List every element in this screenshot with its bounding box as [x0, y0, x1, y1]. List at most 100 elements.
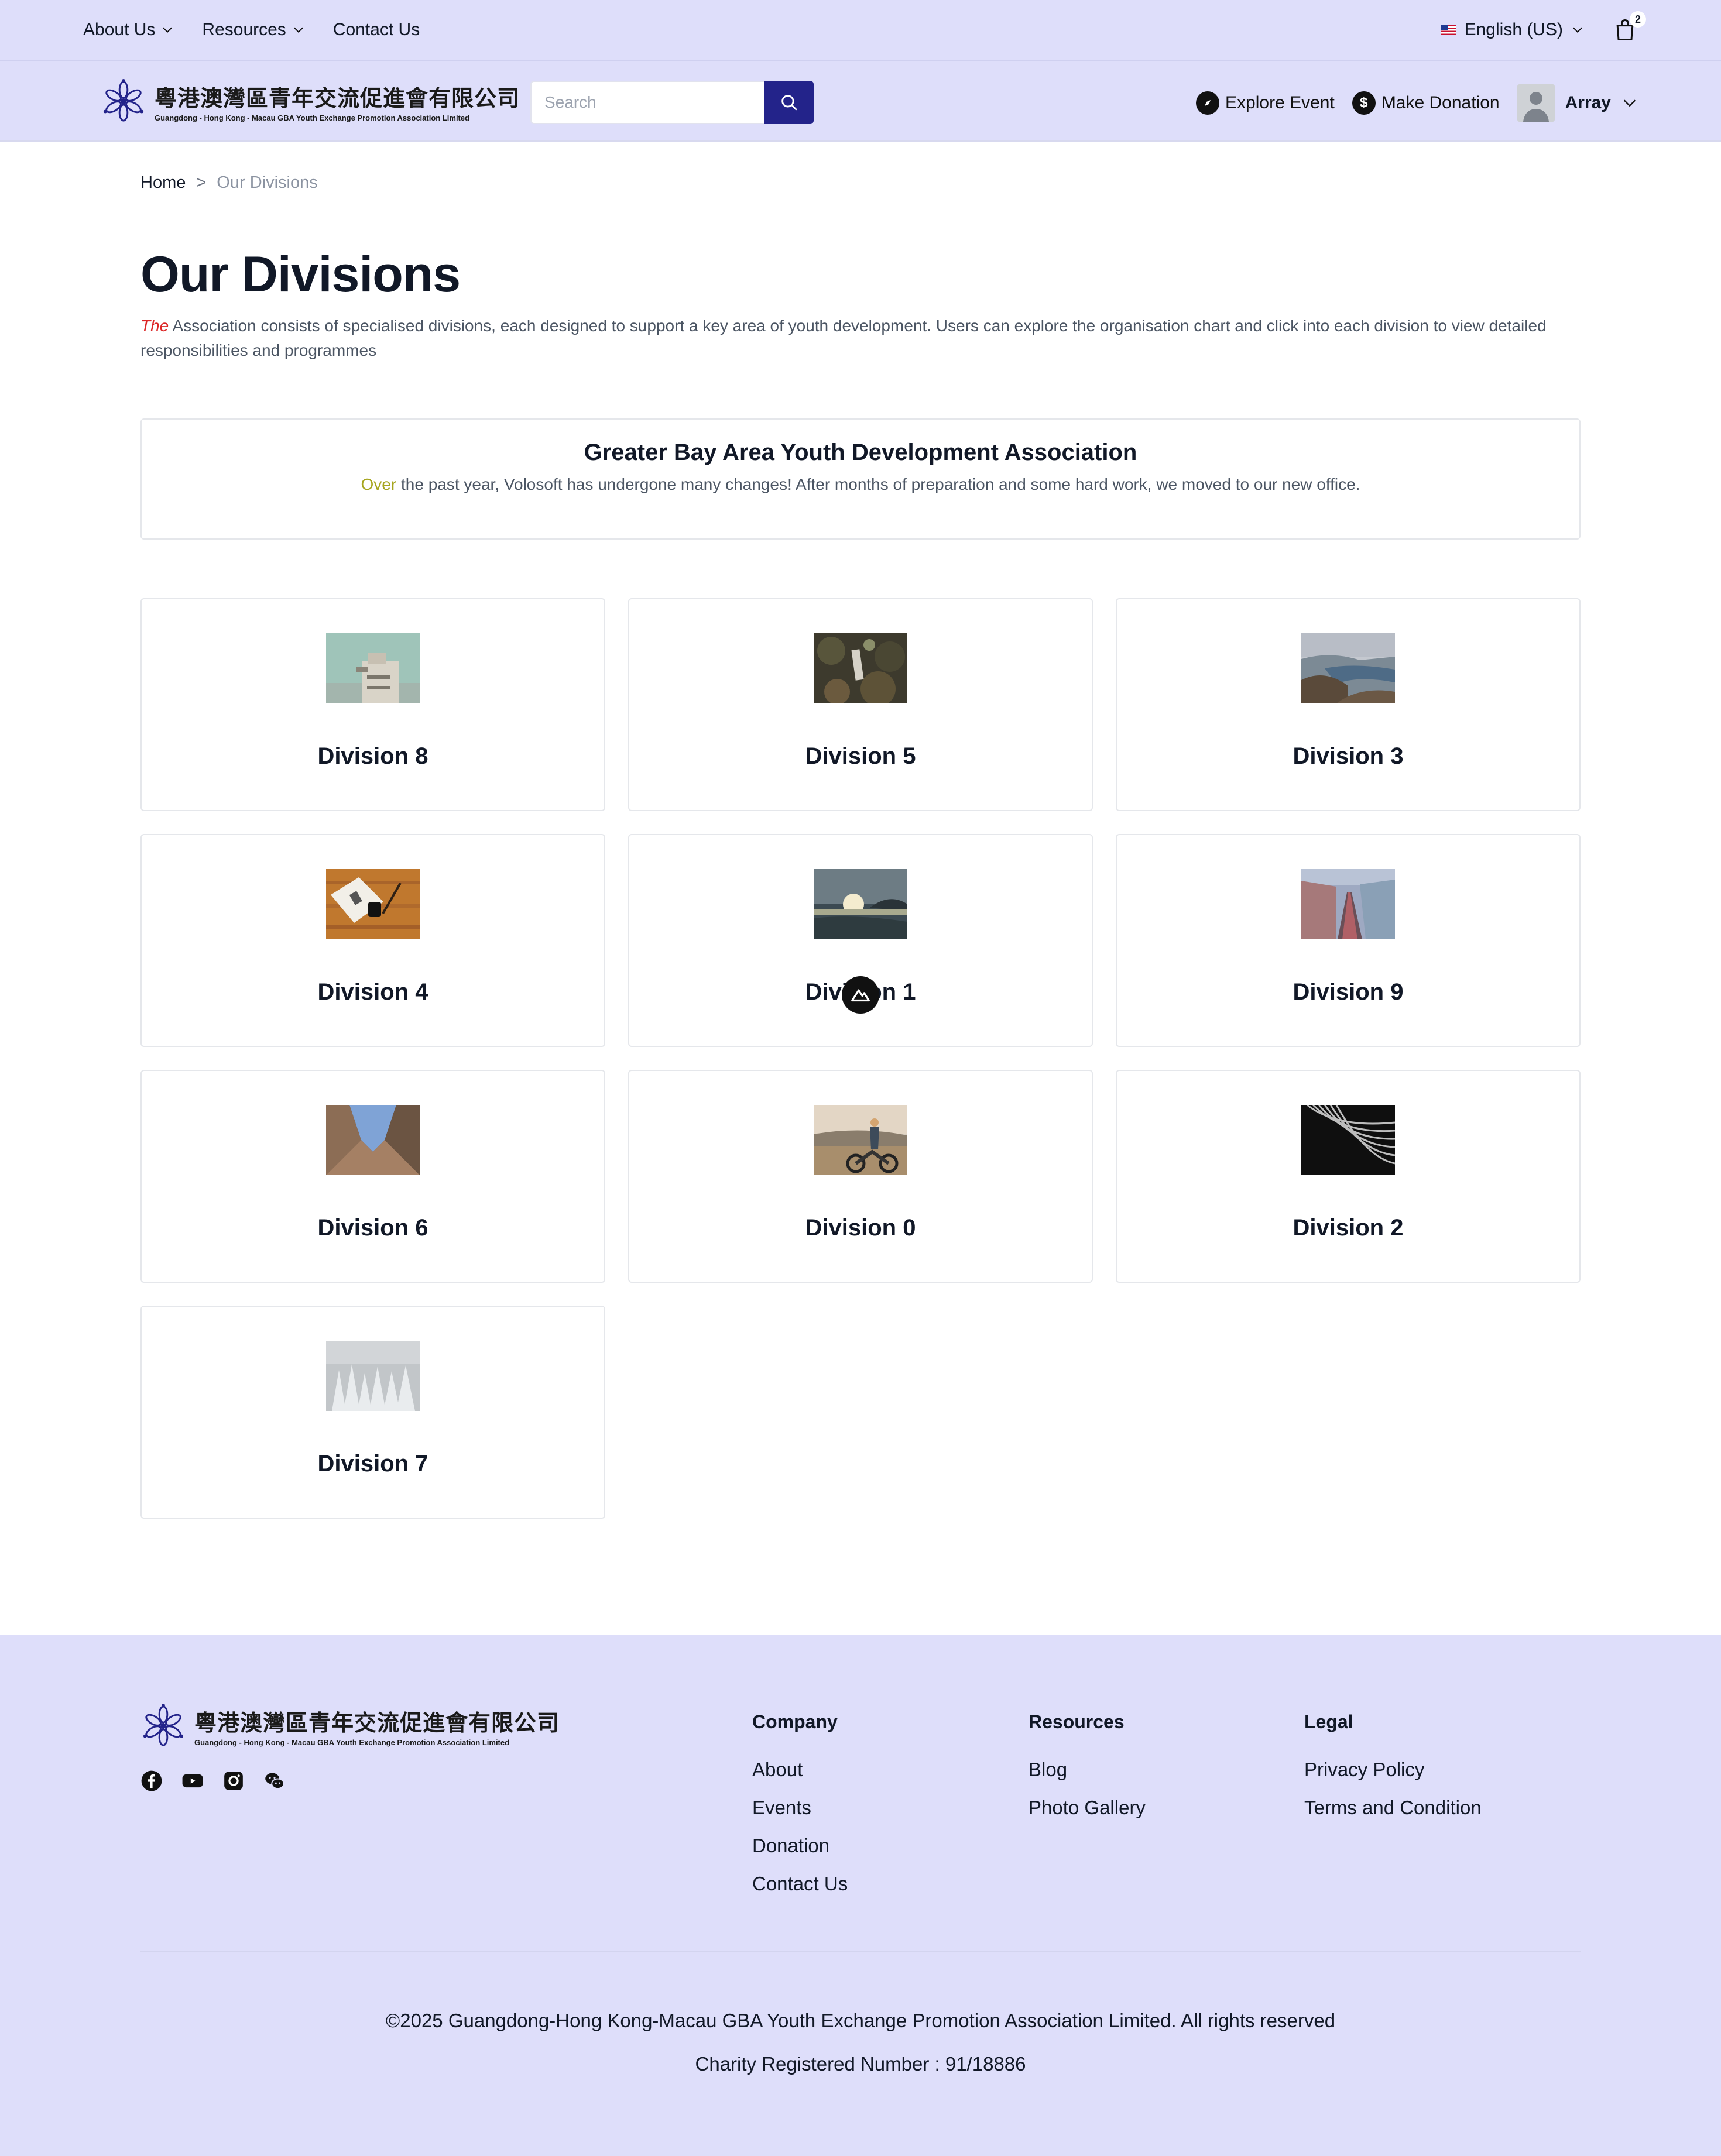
- user-menu[interactable]: Array: [1517, 84, 1638, 122]
- chevron-down-icon: [1623, 99, 1636, 107]
- footer-logo-chinese-name: 粵港澳灣區青年交流促進會有限公司: [194, 1709, 560, 1736]
- top-navigation-bar: About Us Resources Contact Us English (U…: [0, 0, 1721, 61]
- footer-column-company: Company About Events Donation Contact Us: [752, 1711, 848, 1911]
- division-name: Division 9: [1293, 979, 1404, 1005]
- footer-charity-number: Charity Registered Number : 91/18886: [695, 2053, 1026, 2075]
- footer-link-terms[interactable]: Terms and Condition: [1304, 1797, 1482, 1819]
- breadcrumb-separator: >: [196, 173, 207, 192]
- breadcrumb: Home > Our Divisions: [140, 173, 318, 193]
- division-card[interactable]: Division 3: [1116, 598, 1581, 811]
- explore-event-button[interactable]: Explore Event: [1196, 91, 1335, 115]
- division-card[interactable]: Division 5: [628, 598, 1093, 811]
- cart-button[interactable]: 2: [1612, 11, 1646, 43]
- division-card[interactable]: Division 4: [140, 834, 605, 1047]
- header-actions: Explore Event $ Make Donation Array: [1196, 82, 1638, 124]
- division-thumbnail: [814, 869, 907, 939]
- association-title: Greater Bay Area Youth Development Assoc…: [584, 440, 1137, 465]
- nav-contact-us-label: Contact Us: [332, 20, 420, 39]
- logo-english-name: Guangdong - Hong Kong - Macau GBA Youth …: [155, 114, 470, 122]
- flower-logo-icon: [103, 78, 144, 122]
- division-name: Division 2: [1293, 1215, 1404, 1241]
- breadcrumb-current: Our Divisions: [217, 173, 318, 192]
- logo-text: 粵港澳灣區青年交流促進會有限公司 Guangdong - Hong Kong -…: [155, 80, 520, 122]
- intro-text: Association consists of specialised divi…: [140, 317, 1547, 359]
- division-name: Division 6: [317, 1215, 428, 1241]
- mountain-logo-icon: [851, 989, 870, 1002]
- division-thumbnail: [1301, 633, 1395, 703]
- division-thumbnail: [814, 633, 907, 703]
- chevron-down-icon: [1573, 27, 1582, 33]
- language-selector[interactable]: English (US): [1441, 20, 1584, 40]
- top-nav-menu: About Us Resources Contact Us: [83, 0, 420, 60]
- division-thumbnail: [326, 1105, 420, 1175]
- division-name: Division 3: [1293, 743, 1404, 769]
- footer-link-donation[interactable]: Donation: [752, 1835, 848, 1857]
- division-card[interactable]: Division 0: [628, 1070, 1093, 1283]
- division-thumbnail: [326, 869, 420, 939]
- footer-column-title: Company: [752, 1711, 838, 1732]
- division-card[interactable]: Division 7: [140, 1306, 605, 1519]
- nav-about-us-label: About Us: [83, 20, 156, 39]
- division-name: Division 4: [317, 979, 428, 1005]
- page-intro: The Association consists of specialised …: [140, 314, 1569, 363]
- division-card[interactable]: Division 6: [140, 1070, 605, 1283]
- search-input[interactable]: [530, 81, 764, 124]
- division-name: Division 0: [805, 1215, 916, 1241]
- top-right-controls: English (US) 2: [1441, 0, 1646, 60]
- association-text: the past year, Volosoft has undergone ma…: [396, 475, 1360, 493]
- make-donation-button[interactable]: $ Make Donation: [1352, 91, 1500, 115]
- breadcrumb-home-link[interactable]: Home: [140, 173, 186, 193]
- division-thumbnail: [1301, 869, 1395, 939]
- flower-logo-icon: [143, 1703, 184, 1746]
- footer-column-resources: Resources Blog Photo Gallery: [1029, 1711, 1146, 1835]
- footer-link-photo-gallery[interactable]: Photo Gallery: [1029, 1797, 1146, 1819]
- social-links: [140, 1770, 286, 1792]
- nav-about-us[interactable]: About Us: [83, 20, 174, 40]
- avatar: [1517, 84, 1555, 122]
- main-header-bar: 粵港澳灣區青年交流促進會有限公司 Guangdong - Hong Kong -…: [0, 61, 1721, 142]
- search-bar: [530, 81, 814, 124]
- division-thumbnail: [1301, 1105, 1395, 1175]
- division-name: Division 7: [317, 1451, 428, 1477]
- nav-resources-label: Resources: [202, 20, 286, 39]
- footer-link-blog[interactable]: Blog: [1029, 1759, 1146, 1781]
- footer-link-about[interactable]: About: [752, 1759, 848, 1781]
- dollar-icon: $: [1352, 91, 1376, 115]
- explore-event-label: Explore Event: [1225, 93, 1335, 112]
- footer-column-legal: Legal Privacy Policy Terms and Condition: [1304, 1711, 1482, 1835]
- footer-logo[interactable]: 粵港澳灣區青年交流促進會有限公司 Guangdong - Hong Kong -…: [140, 1703, 560, 1749]
- footer-copyright: ©2025 Guangdong-Hong Kong-Macau GBA Yout…: [385, 2010, 1336, 2031]
- association-card: Greater Bay Area Youth Development Assoc…: [140, 418, 1581, 540]
- footer-logo-text: 粵港澳灣區青年交流促進會有限公司 Guangdong - Hong Kong -…: [194, 1705, 560, 1747]
- language-label: English (US): [1464, 20, 1563, 39]
- division-card[interactable]: Division 9: [1116, 834, 1581, 1047]
- division-card[interactable]: Division 2: [1116, 1070, 1581, 1283]
- footer-link-privacy-policy[interactable]: Privacy Policy: [1304, 1759, 1482, 1781]
- chevron-down-icon: [163, 27, 173, 33]
- footer-logo-english-name: Guangdong - Hong Kong - Macau GBA Youth …: [194, 1738, 510, 1747]
- site-footer: 粵港澳灣區青年交流促進會有限公司 Guangdong - Hong Kong -…: [0, 1635, 1721, 2156]
- youtube-icon[interactable]: [181, 1770, 204, 1792]
- division-name: Division 8: [317, 743, 428, 769]
- division-card[interactable]: Division 1: [628, 834, 1093, 1047]
- division-name: Division 5: [805, 743, 916, 769]
- footer-column-title: Resources: [1029, 1711, 1125, 1732]
- association-emphasis: Over: [361, 475, 397, 493]
- floating-app-badge[interactable]: [842, 976, 879, 1014]
- association-description: Over the past year, Volosoft has undergo…: [142, 475, 1579, 494]
- search-button[interactable]: [764, 81, 814, 124]
- search-icon: [781, 95, 797, 111]
- make-donation-label: Make Donation: [1381, 93, 1500, 112]
- footer-link-contact-us[interactable]: Contact Us: [752, 1873, 848, 1895]
- facebook-icon[interactable]: [140, 1770, 163, 1792]
- site-logo[interactable]: 粵港澳灣區青年交流促進會有限公司 Guangdong - Hong Kong -…: [101, 78, 520, 124]
- division-card[interactable]: Division 8: [140, 598, 605, 811]
- nav-contact-us[interactable]: Contact Us: [333, 20, 420, 40]
- division-thumbnail: [326, 1341, 420, 1411]
- instagram-icon[interactable]: [222, 1770, 245, 1792]
- wechat-icon[interactable]: [263, 1770, 286, 1792]
- footer-link-events[interactable]: Events: [752, 1797, 848, 1819]
- page-title: Our Divisions: [140, 246, 461, 303]
- intro-emphasis: The: [140, 317, 169, 335]
- nav-resources[interactable]: Resources: [202, 20, 304, 40]
